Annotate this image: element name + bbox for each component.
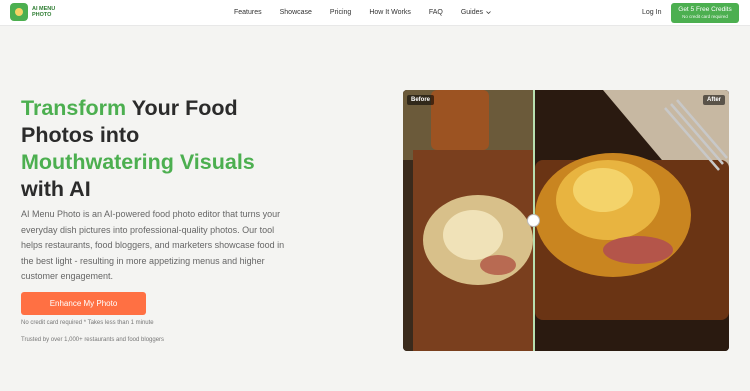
hero-title-part-3: with AI (21, 177, 91, 201)
get-free-credits-button[interactable]: Get 5 Free Credits No credit card requir… (671, 3, 739, 23)
hero-title-part-1: Your Food (126, 96, 238, 120)
logo-text: AI MENU PHOTO (32, 6, 62, 18)
logo-line-2: PHOTO (32, 12, 52, 18)
hero-title-part-2: Photos into (21, 123, 140, 147)
enhance-photo-button[interactable]: Enhance My Photo (21, 292, 146, 315)
nav-link-guides[interactable]: Guides (461, 9, 491, 16)
nav-link-features[interactable]: Features (234, 9, 262, 16)
after-label: After (702, 95, 725, 105)
hero-title-highlight-2: Mouthwatering Visuals (21, 150, 255, 174)
cta-title: Get 5 Free Credits (678, 6, 732, 13)
before-label: Before (407, 95, 435, 105)
hero-description: AI Menu Photo is an AI-powered food phot… (21, 209, 285, 281)
chevron-down-icon (486, 11, 491, 15)
before-after-comparison[interactable]: Before After (403, 90, 729, 351)
nav-links: Features Showcase Pricing How It Works F… (234, 9, 509, 16)
hero-note-trusted: Trusted by over 1,000+ restaurants and f… (21, 337, 165, 343)
nav-link-how-it-works[interactable]: How It Works (369, 9, 411, 16)
food-photo (403, 90, 729, 351)
hero-title: Transform Your Food Photos into Mouthwat… (21, 95, 381, 203)
cta-subtitle: No credit card required (682, 14, 728, 19)
nav-link-showcase[interactable]: Showcase (280, 9, 312, 16)
nav-link-guides-label: Guides (460, 9, 484, 16)
logo-icon (10, 3, 28, 21)
comparison-drag-handle[interactable] (527, 214, 540, 227)
nav-link-pricing[interactable]: Pricing (330, 9, 351, 16)
nav-link-faq[interactable]: FAQ (429, 9, 443, 16)
logo[interactable]: AI MENU PHOTO (10, 3, 62, 21)
hero-note-no-card: No credit card required * Takes less tha… (21, 320, 154, 326)
top-nav: AI MENU PHOTO Features Showcase Pricing … (0, 0, 750, 26)
hero-title-highlight-1: Transform (21, 96, 127, 120)
login-link[interactable]: Log In (642, 9, 661, 16)
